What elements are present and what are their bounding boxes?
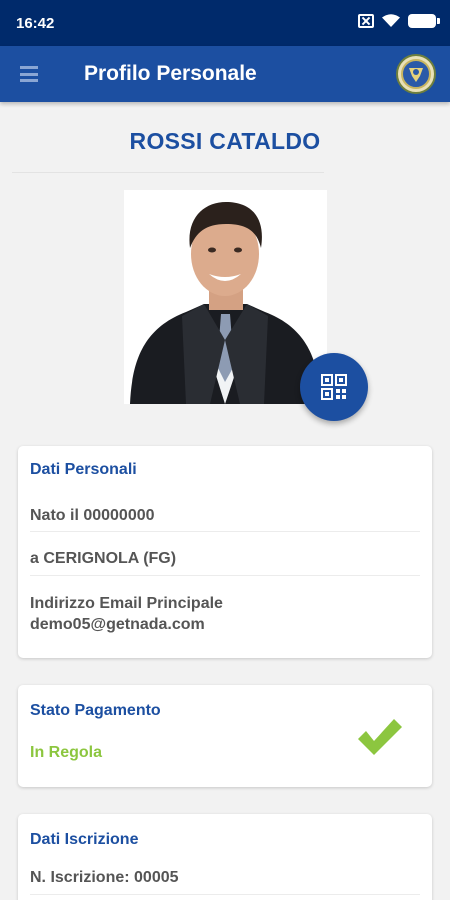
menu-icon[interactable] [20,66,38,82]
battery-icon [408,14,440,28]
registration-card: Dati Iscrizione N. Iscrizione: 00005 [18,814,432,900]
birth-place: a CERIGNOLA (FG) [30,550,177,567]
qr-code-icon [321,374,347,400]
profile-name: ROSSI CATALDO [129,128,321,154]
app-bar: Profilo Personale [0,46,450,102]
divider [12,172,324,173]
email-label: Indirizzo Email Principale [30,595,223,612]
row-divider [30,531,420,532]
profile-photo [124,190,327,404]
email-value: demo05@getnada.com [30,616,205,633]
personal-data-title: Dati Personali [30,461,137,478]
status-time: 16:42 [16,15,55,32]
page-title: Profilo Personale [84,62,257,85]
qr-code-button[interactable] [300,353,368,421]
status-bar: 16:42 [0,0,450,46]
payment-status-card: Stato Pagamento In Regola [18,685,432,787]
payment-status-title: Stato Pagamento [30,702,161,719]
wifi-icon [382,14,400,27]
status-icons [358,14,440,28]
birth-date: Nato il 00000000 [30,507,155,524]
registration-title: Dati Iscrizione [30,831,139,848]
check-icon [358,719,402,755]
notification-icon [358,14,374,28]
organization-logo-icon [396,54,436,94]
personal-data-card: Dati Personali Nato il 00000000 a CERIGN… [18,446,432,658]
registration-number: N. Iscrizione: 00005 [30,869,179,886]
row-divider [30,894,420,895]
row-divider [30,575,420,576]
payment-status-value: In Regola [30,744,103,761]
